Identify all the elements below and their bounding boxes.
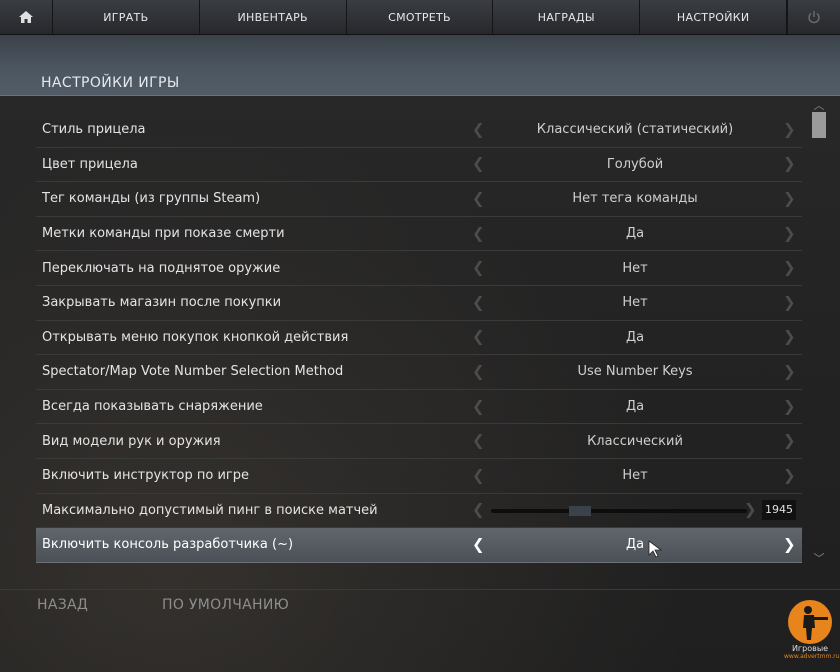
setting-value: Классический (статический) — [536, 122, 734, 138]
setting-row-buymenu-use-key[interactable]: Открывать меню покупок кнопкой действия … — [36, 321, 802, 356]
chevron-left-icon[interactable]: ❮ — [472, 259, 485, 277]
chevron-left-icon[interactable]: ❮ — [472, 501, 485, 519]
setting-label: Метки команды при показе смерти — [42, 226, 285, 242]
chevron-right-icon[interactable]: ❯ — [783, 120, 796, 138]
setting-label: Цвет прицела — [42, 156, 138, 172]
setting-row-switch-pickup[interactable]: Переключать на поднятое оружие ❮ Нет ❯ — [36, 251, 802, 286]
chevron-right-icon[interactable]: ❯ — [783, 432, 796, 450]
scroll-up-icon[interactable]: ︿ — [812, 100, 826, 112]
setting-value: Да — [625, 226, 645, 242]
chevron-right-icon[interactable]: ❯ — [783, 466, 796, 484]
setting-label: Максимально допустимый пинг в поиске мат… — [42, 502, 378, 518]
setting-row-instructor[interactable]: Включить инструктор по игре ❮ Нет ❯ — [36, 459, 802, 494]
setting-row-team-marks[interactable]: Метки команды при показе смерти ❮ Да ❯ — [36, 217, 802, 252]
chevron-right-icon[interactable]: ❯ — [744, 501, 757, 519]
nav-inventory[interactable]: ИНВЕНТАРЬ — [200, 0, 347, 34]
watermark-logo: Игровые www.advertmm.ru — [784, 600, 840, 670]
setting-label: Открывать меню покупок кнопкой действия — [42, 329, 349, 345]
setting-row-max-ping[interactable]: Максимально допустимый пинг в поиске мат… — [36, 494, 802, 529]
setting-value: Голубой — [606, 156, 664, 172]
home-button[interactable] — [0, 0, 53, 34]
nav-settings[interactable]: НАСТРОЙКИ — [640, 0, 788, 34]
watermark-text: Игровые — [791, 644, 829, 653]
soldier-silhouette-icon — [788, 600, 832, 644]
setting-value: Да — [625, 537, 645, 553]
setting-label: Включить консоль разработчика (~) — [42, 537, 294, 553]
setting-label: Стиль прицела — [42, 122, 146, 138]
footer-divider — [0, 589, 840, 590]
setting-label: Переключать на поднятое оружие — [42, 260, 281, 276]
mouse-cursor-icon — [648, 540, 663, 558]
chevron-left-icon[interactable]: ❮ — [472, 224, 485, 242]
watermark-url: www.advertmm.ru — [784, 653, 840, 660]
chevron-right-icon[interactable]: ❯ — [783, 293, 796, 311]
section-banner: НАСТРОЙКИ ИГРЫ — [0, 35, 840, 96]
chevron-right-icon[interactable]: ❯ — [783, 363, 796, 381]
chevron-left-icon[interactable]: ❮ — [472, 328, 485, 346]
ping-value-field[interactable]: 1945 — [762, 499, 796, 520]
chevron-right-icon[interactable]: ❯ — [783, 155, 796, 173]
setting-value: Use Number Keys — [577, 364, 693, 380]
setting-row-crosshair-style[interactable]: Стиль прицела ❮ Классический (статически… — [36, 113, 802, 148]
setting-value: Классический — [587, 433, 683, 449]
setting-value: Нет — [622, 295, 648, 311]
nav-watch[interactable]: СМОТРЕТЬ — [347, 0, 494, 34]
chevron-right-icon[interactable]: ❯ — [783, 536, 796, 554]
setting-value: Нет тега команды — [572, 191, 698, 207]
ping-slider-handle[interactable] — [569, 505, 591, 516]
scrollbar-thumb[interactable] — [812, 112, 826, 138]
setting-label: Всегда показывать снаряжение — [42, 399, 263, 415]
top-navigation: ИГРАТЬ ИНВЕНТАРЬ СМОТРЕТЬ НАГРАДЫ НАСТРО… — [0, 0, 840, 35]
settings-list: Стиль прицела ❮ Классический (статически… — [36, 113, 802, 563]
nav-play[interactable]: ИГРАТЬ — [53, 0, 200, 34]
setting-label: Закрывать магазин после покупки — [42, 295, 282, 311]
page-title: НАСТРОЙКИ ИГРЫ — [41, 75, 180, 91]
setting-row-team-tag[interactable]: Тег команды (из группы Steam) ❮ Нет тега… — [36, 182, 802, 217]
chevron-left-icon[interactable]: ❮ — [472, 432, 485, 450]
scroll-down-icon[interactable]: ﹀ — [812, 553, 826, 565]
nav-awards[interactable]: НАГРАДЫ — [493, 0, 641, 34]
chevron-left-icon[interactable]: ❮ — [472, 363, 485, 381]
chevron-right-icon[interactable]: ❯ — [783, 397, 796, 415]
chevron-left-icon[interactable]: ❮ — [472, 536, 485, 554]
chevron-left-icon[interactable]: ❮ — [472, 397, 485, 415]
back-button[interactable]: НАЗАД — [37, 597, 88, 613]
home-icon — [18, 11, 33, 23]
setting-row-crosshair-color[interactable]: Цвет прицела ❮ Голубой ❯ — [36, 148, 802, 183]
chevron-right-icon[interactable]: ❯ — [783, 224, 796, 242]
power-icon — [808, 11, 820, 24]
setting-value: Нет — [622, 260, 648, 276]
setting-row-close-buymenu[interactable]: Закрывать магазин после покупки ❮ Нет ❯ — [36, 286, 802, 321]
ping-slider-track[interactable] — [491, 508, 747, 513]
setting-label: Вид модели рук и оружия — [42, 433, 221, 449]
setting-label: Включить инструктор по игре — [42, 468, 250, 484]
chevron-left-icon[interactable]: ❮ — [472, 293, 485, 311]
setting-value: Да — [625, 329, 645, 345]
setting-row-show-equipment[interactable]: Всегда показывать снаряжение ❮ Да ❯ — [36, 390, 802, 425]
setting-row-dev-console[interactable]: Включить консоль разработчика (~) ❮ Да ❯ — [36, 528, 802, 563]
chevron-right-icon[interactable]: ❯ — [783, 190, 796, 208]
setting-label: Spectator/Map Vote Number Selection Meth… — [42, 364, 344, 380]
defaults-button[interactable]: ПО УМОЛЧАНИЮ — [162, 597, 289, 613]
chevron-left-icon[interactable]: ❮ — [472, 466, 485, 484]
setting-row-vote-selection[interactable]: Spectator/Map Vote Number Selection Meth… — [36, 355, 802, 390]
chevron-left-icon[interactable]: ❮ — [472, 190, 485, 208]
chevron-right-icon[interactable]: ❯ — [783, 328, 796, 346]
setting-value: Нет — [622, 468, 648, 484]
chevron-right-icon[interactable]: ❯ — [783, 259, 796, 277]
scrollbar[interactable]: ︿ ﹀ — [810, 100, 828, 565]
setting-row-viewmodel[interactable]: Вид модели рук и оружия ❮ Классический ❯ — [36, 424, 802, 459]
chevron-left-icon[interactable]: ❮ — [472, 120, 485, 138]
chevron-left-icon[interactable]: ❮ — [472, 155, 485, 173]
setting-label: Тег команды (из группы Steam) — [42, 191, 261, 207]
power-button[interactable] — [787, 0, 840, 34]
setting-value: Да — [625, 399, 645, 415]
